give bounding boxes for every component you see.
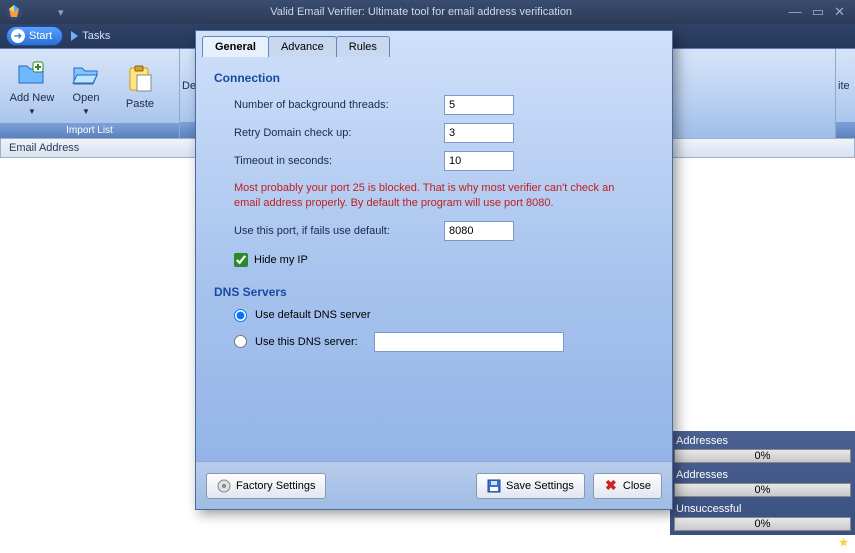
hide-ip-checkbox[interactable] [234, 253, 248, 267]
close-label: Close [623, 480, 651, 492]
minimize-button[interactable]: — [789, 4, 802, 20]
tab-advance[interactable]: Advance [268, 36, 337, 57]
dialog-tabs: General Advance Rules [196, 31, 672, 57]
retry-label: Retry Domain check up: [234, 127, 444, 139]
dns-custom-label: Use this DNS server: [255, 336, 358, 348]
ribbon-group-partial-right: ite [835, 49, 855, 138]
close-window-button[interactable]: ✕ [834, 4, 845, 20]
ribbon-group-label: Import List [0, 123, 179, 138]
port-label: Use this port, if fails use default: [234, 225, 444, 237]
paste-label: Paste [126, 98, 154, 110]
stat-pct-1: 0% [755, 450, 771, 462]
truncated-label-right: ite [838, 80, 850, 92]
section-connection-title: Connection [214, 71, 654, 85]
folder-add-icon [16, 57, 48, 89]
settings-dialog: General Advance Rules Connection Number … [195, 30, 673, 510]
paste-button[interactable]: Paste [114, 53, 166, 119]
column-email-address[interactable]: Email Address [9, 142, 79, 154]
tab-rules[interactable]: Rules [336, 36, 390, 57]
dns-default-label: Use default DNS server [255, 309, 371, 321]
stat-unsuccessful-bar: 0% [674, 517, 851, 531]
factory-icon [217, 479, 231, 493]
app-logo-icon [0, 0, 28, 24]
dropdown-caret-icon: ▼ [82, 107, 90, 116]
tasks-menu[interactable]: Tasks [71, 30, 110, 42]
add-new-button[interactable]: Add New ▼ [6, 53, 58, 119]
factory-settings-button[interactable]: Factory Settings [206, 473, 326, 499]
start-arrow-icon: ➔ [11, 29, 25, 43]
open-folder-icon [70, 57, 102, 89]
start-label: Start [29, 30, 52, 42]
tasks-label: Tasks [82, 30, 110, 42]
stat-addresses-1-bar: 0% [674, 449, 851, 463]
truncated-label: De [182, 80, 196, 92]
save-settings-button[interactable]: Save Settings [476, 473, 585, 499]
stat-addresses-2-label: Addresses [670, 467, 855, 483]
star-icon: ★ [839, 537, 849, 549]
save-disk-icon [487, 479, 501, 493]
timeout-select[interactable]: 10 [444, 151, 514, 171]
ribbon-group-import: Add New ▼ Open ▼ Paste Import List [0, 49, 180, 138]
start-button[interactable]: ➔ Start [6, 26, 63, 46]
dropdown-caret-icon: ▼ [28, 107, 36, 116]
open-label: Open [73, 92, 100, 104]
section-dns-title: DNS Servers [214, 285, 654, 299]
dns-custom-input[interactable] [374, 332, 564, 352]
dialog-footer: Factory Settings Save Settings ✖ Close [196, 461, 672, 509]
add-new-label: Add New [10, 92, 55, 104]
watermark-text: Brothersoft [773, 537, 838, 549]
stat-pct-3: 0% [755, 518, 771, 530]
port-warning-text: Most probably your port 25 is blocked. T… [234, 181, 634, 211]
dns-default-radio[interactable] [234, 309, 247, 322]
tab-general[interactable]: General [202, 36, 269, 57]
stat-unsuccessful-label: Unsuccessful [670, 501, 855, 517]
threads-select[interactable]: 5 [444, 95, 514, 115]
title-bar: ▾ Valid Email Verifier: Ultimate tool fo… [0, 0, 855, 24]
save-settings-label: Save Settings [506, 480, 574, 492]
dns-custom-radio[interactable] [234, 335, 247, 348]
dialog-body: Connection Number of background threads:… [196, 57, 672, 461]
window-title: Valid Email Verifier: Ultimate tool for … [64, 6, 779, 18]
threads-label: Number of background threads: [234, 99, 444, 111]
timeout-label: Timeout in seconds: [234, 155, 444, 167]
close-dialog-button[interactable]: ✖ Close [593, 473, 662, 499]
close-x-icon: ✖ [604, 479, 618, 493]
clipboard-paste-icon [124, 63, 156, 95]
status-panel: Addresses 0% Addresses 0% Unsuccessful 0… [670, 431, 855, 535]
retry-select[interactable]: 3 [444, 123, 514, 143]
hide-ip-label: Hide my IP [254, 254, 308, 266]
brothersoft-watermark: Brothersoft★ [773, 530, 849, 551]
maximize-button[interactable]: ▭ [812, 4, 824, 20]
port-input[interactable] [444, 221, 514, 241]
open-button[interactable]: Open ▼ [60, 53, 112, 119]
stat-pct-2: 0% [755, 484, 771, 496]
factory-settings-label: Factory Settings [236, 480, 315, 492]
stat-addresses-2-bar: 0% [674, 483, 851, 497]
stat-addresses-1-label: Addresses [670, 433, 855, 449]
play-icon [71, 31, 78, 41]
